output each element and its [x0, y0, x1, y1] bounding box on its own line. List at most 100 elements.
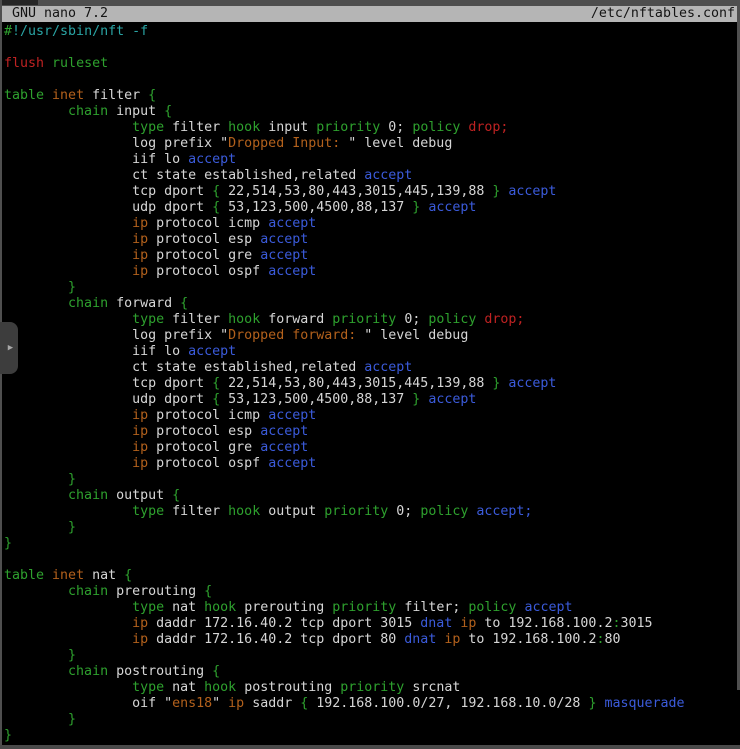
file-path: /etc/nftables.conf [591, 6, 735, 22]
code-segment [4, 408, 132, 423]
code-segment: hook [228, 504, 260, 519]
code-segment: } [68, 648, 76, 663]
code-segment: # [4, 24, 12, 39]
code-segment: forward [260, 312, 332, 327]
code-segment: policy [420, 504, 468, 519]
code-segment: table [4, 568, 44, 583]
code-segment: ip [132, 232, 148, 247]
code-segment: prerouting [108, 584, 204, 599]
code-segment: hook [204, 600, 236, 615]
code-line: udp dport { 53,123,500,4500,88,137 } acc… [4, 200, 740, 216]
code-segment [4, 488, 68, 503]
code-segment: ct state established,related [4, 168, 364, 183]
code-segment: accept [524, 600, 572, 615]
code-segment: { [180, 296, 188, 311]
code-segment: 22,514,53,80,443,3015,445,139,88 [220, 376, 492, 391]
code-segment: } [68, 472, 76, 487]
code-segment: ip [132, 264, 148, 279]
code-segment: accept [364, 360, 412, 375]
code-line: } [4, 280, 740, 296]
code-line: } [4, 536, 740, 552]
editor-buffer[interactable]: #!/usr/sbin/nft -f flush ruleset table ine… [4, 24, 740, 744]
code-segment: ip [444, 632, 460, 647]
code-segment: { [212, 376, 220, 391]
code-segment: accept [364, 168, 412, 183]
code-line: chain prerouting { [4, 584, 740, 600]
code-line: ip protocol ospf accept [4, 264, 740, 280]
code-line: type filter hook input priority 0; polic… [4, 120, 740, 136]
code-segment [4, 712, 68, 727]
code-segment: 3015 [620, 616, 652, 631]
code-segment: policy [412, 120, 460, 135]
code-segment: to 192.168.100.2 [460, 632, 596, 647]
code-line: } [4, 472, 740, 488]
nano-title-bar: GNU nano 7.2 /etc/nftables.conf [0, 6, 740, 22]
code-line: tcp dport { 22,514,53,80,443,3015,445,13… [4, 184, 740, 200]
code-segment: ruleset [52, 56, 108, 71]
code-segment [4, 280, 68, 295]
code-segment: accept [268, 456, 316, 471]
control-bar-handle[interactable]: ▶ [0, 322, 18, 374]
code-segment [4, 520, 68, 535]
code-segment: chain [68, 584, 108, 599]
code-segment: type [132, 680, 164, 695]
code-segment: hook [228, 312, 260, 327]
code-segment: { [164, 104, 172, 119]
code-line: } [4, 520, 740, 536]
code-segment: " level debug [364, 328, 468, 343]
code-segment: filter [164, 312, 228, 327]
code-segment: accept [268, 216, 316, 231]
code-line: } [4, 648, 740, 664]
window-bottom-edge [0, 745, 740, 749]
code-segment: } [68, 280, 76, 295]
code-segment: iif lo [4, 152, 188, 167]
code-segment: !/usr/sbin/nft -f [12, 24, 148, 39]
code-segment: accept [260, 440, 308, 455]
code-segment: 53,123,500,4500,88,137 [220, 392, 412, 407]
code-segment: input [260, 120, 316, 135]
code-segment: daddr 172.16.40.2 tcp dport 80 [148, 632, 404, 647]
code-segment: masquerade [604, 696, 684, 711]
code-segment [4, 632, 132, 647]
code-segment: accept [260, 424, 308, 439]
code-segment: chain [68, 488, 108, 503]
code-line: type nat hook prerouting priority filter… [4, 600, 740, 616]
code-segment: postrouting [108, 664, 212, 679]
code-line: table inet nat { [4, 568, 740, 584]
code-segment: to 192.168.100.2 [476, 616, 612, 631]
code-segment: udp dport [4, 200, 212, 215]
code-segment: { [124, 568, 132, 583]
code-segment: protocol esp [148, 424, 260, 439]
code-line: iif lo accept [4, 152, 740, 168]
code-segment [4, 648, 68, 663]
code-segment: } [68, 712, 76, 727]
code-segment: protocol icmp [148, 216, 268, 231]
code-segment: output [260, 504, 324, 519]
code-segment: log prefix " [4, 136, 228, 151]
code-segment: priority [316, 120, 380, 135]
code-line: chain postrouting { [4, 664, 740, 680]
code-segment [4, 680, 132, 695]
code-segment: type [132, 312, 164, 327]
code-segment: ip [132, 440, 148, 455]
code-segment: table [4, 88, 44, 103]
code-segment: protocol icmp [148, 408, 268, 423]
code-segment: protocol gre [148, 248, 260, 263]
code-segment: filter; [396, 600, 468, 615]
code-segment: filter [164, 120, 228, 135]
code-segment: " level debug [348, 136, 452, 151]
code-segment: saddr [244, 696, 300, 711]
code-segment: 0; [388, 504, 420, 519]
code-segment [4, 104, 68, 119]
code-segment: 53,123,500,4500,88,137 [220, 200, 412, 215]
code-line: ip daddr 172.16.40.2 tcp dport 80 dnat i… [4, 632, 740, 648]
code-segment: flush [4, 56, 44, 71]
code-segment: } [4, 536, 12, 551]
code-segment: priority [332, 312, 396, 327]
code-line: ip protocol gre accept [4, 248, 740, 264]
code-line: chain forward { [4, 296, 740, 312]
code-segment: udp dport [4, 392, 212, 407]
code-segment: accept [188, 152, 236, 167]
code-segment: iif lo [4, 344, 188, 359]
code-segment [4, 600, 132, 615]
